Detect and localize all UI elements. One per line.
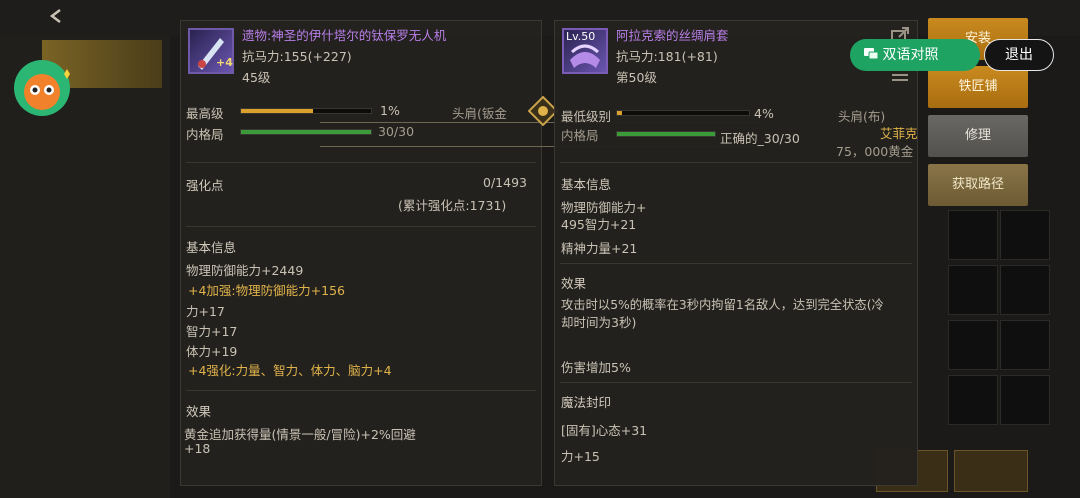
inventory-slot[interactable] xyxy=(1000,375,1050,425)
left-effect-title: 效果 xyxy=(186,404,212,419)
right-inner-bar xyxy=(616,131,716,137)
left-enhance-total: (累计强化点:1731) xyxy=(398,198,507,213)
nav-item[interactable] xyxy=(42,196,162,244)
back-arrow-icon[interactable] xyxy=(48,8,64,24)
right-lowest-label: 最低级别 xyxy=(561,109,612,124)
left-item-badge: +4 xyxy=(216,56,233,69)
inventory-slot[interactable] xyxy=(1000,320,1050,370)
left-basic-line: 智力+17 xyxy=(186,324,238,339)
right-item-icon-level: Lv.50 xyxy=(566,30,596,43)
divider xyxy=(186,162,536,163)
mascot-avatar[interactable] xyxy=(12,58,72,118)
inventory-slot[interactable] xyxy=(948,265,998,315)
right-seller: 艾菲克 xyxy=(880,126,918,141)
right-lowest-bar xyxy=(616,110,750,116)
left-basic-line: 力+17 xyxy=(186,304,225,319)
left-item-name: 遗物:神圣的伊什塔尔的钛保罗无人机 xyxy=(242,28,447,43)
right-effect-title: 效果 xyxy=(561,276,587,291)
right-basic-line: 495智力+21 xyxy=(561,217,637,232)
right-basic-line: 精神力量+21 xyxy=(561,241,638,256)
right-effect-text: 攻击时以5%的概率在3秒内拘留1名敌人，达到完全状态(冷 xyxy=(561,298,884,312)
right-seal-line: 力+15 xyxy=(561,449,600,464)
right-seal-line: [固有]心态+31 xyxy=(561,423,648,438)
right-lowest-percent: 4% xyxy=(754,106,774,121)
right-item-name: 阿拉克索的丝绸肩套 xyxy=(616,28,729,43)
right-basic-title: 基本信息 xyxy=(561,177,612,192)
left-item-resistance: 抗马力:155(+227) xyxy=(242,49,352,64)
inventory-slot[interactable] xyxy=(948,320,998,370)
left-basic-line: 体力+19 xyxy=(186,344,238,359)
right-inner-label: 内格局 xyxy=(561,128,599,143)
left-highest-label: 最高级 xyxy=(186,106,224,121)
left-inner-bar-fill xyxy=(241,130,371,134)
right-price: 75，000黄金 xyxy=(836,144,914,159)
blacksmith-button[interactable]: 铁匠铺 xyxy=(928,66,1028,108)
bilingual-label: 双语对照 xyxy=(882,47,939,63)
left-enhance-value: 0/1493 xyxy=(483,175,527,190)
left-effect-text: 黄金追加获得量(情景一般/冒险)+2%回避 xyxy=(184,427,416,442)
bilingual-toggle-button[interactable]: 双语对照 xyxy=(850,39,980,71)
left-inner-bar xyxy=(240,129,372,135)
inventory-slot[interactable] xyxy=(1000,210,1050,260)
chat-icon xyxy=(864,41,879,60)
left-slot: 头肩(钣金 xyxy=(452,106,507,121)
left-basic-line: 物理防御能力+2449 xyxy=(186,263,304,278)
divider xyxy=(560,382,912,383)
left-highest-bar xyxy=(240,108,372,114)
repair-button[interactable]: 修理 xyxy=(928,115,1028,157)
inventory-slot[interactable] xyxy=(948,375,998,425)
divider xyxy=(186,226,536,227)
left-highest-bar-fill xyxy=(241,109,313,113)
left-basic-line: +4强化:力量、智力、体力、脑力+4 xyxy=(188,363,392,378)
left-inner-value: 30/30 xyxy=(378,124,415,139)
nav-item[interactable] xyxy=(42,144,162,192)
right-inner-bar-fill xyxy=(617,132,715,136)
divider xyxy=(560,263,912,264)
right-lowest-bar-fill xyxy=(617,111,623,115)
bottom-action-button[interactable] xyxy=(954,450,1028,492)
right-item-level: 第50级 xyxy=(616,70,657,85)
left-basic-title: 基本信息 xyxy=(186,240,237,255)
exit-button[interactable]: 退出 xyxy=(984,39,1054,71)
obtain-path-button[interactable]: 获取路径 xyxy=(928,164,1028,206)
right-damage-text: 伤害增加5% xyxy=(561,360,631,375)
right-inner-value: 正确的_30/30 xyxy=(720,131,800,146)
divider xyxy=(186,390,536,391)
left-highest-percent: 1% xyxy=(380,103,400,118)
right-effect-text: 却时间为3秒) xyxy=(561,315,637,330)
left-item-level: 45级 xyxy=(242,70,271,85)
right-seal-title: 魔法封印 xyxy=(561,395,612,410)
divider xyxy=(560,162,912,163)
left-effect-text: +18 xyxy=(184,441,211,456)
left-enhance-label: 强化点 xyxy=(186,178,224,193)
right-slot: 头肩(布) xyxy=(838,109,886,124)
right-item-resistance: 抗马力:181(+81) xyxy=(616,49,718,64)
left-basic-line: +4加强:物理防御能力+156 xyxy=(188,283,345,298)
inventory-slot[interactable] xyxy=(1000,265,1050,315)
inventory-slot[interactable] xyxy=(948,210,998,260)
left-inner-label: 内格局 xyxy=(186,127,224,142)
